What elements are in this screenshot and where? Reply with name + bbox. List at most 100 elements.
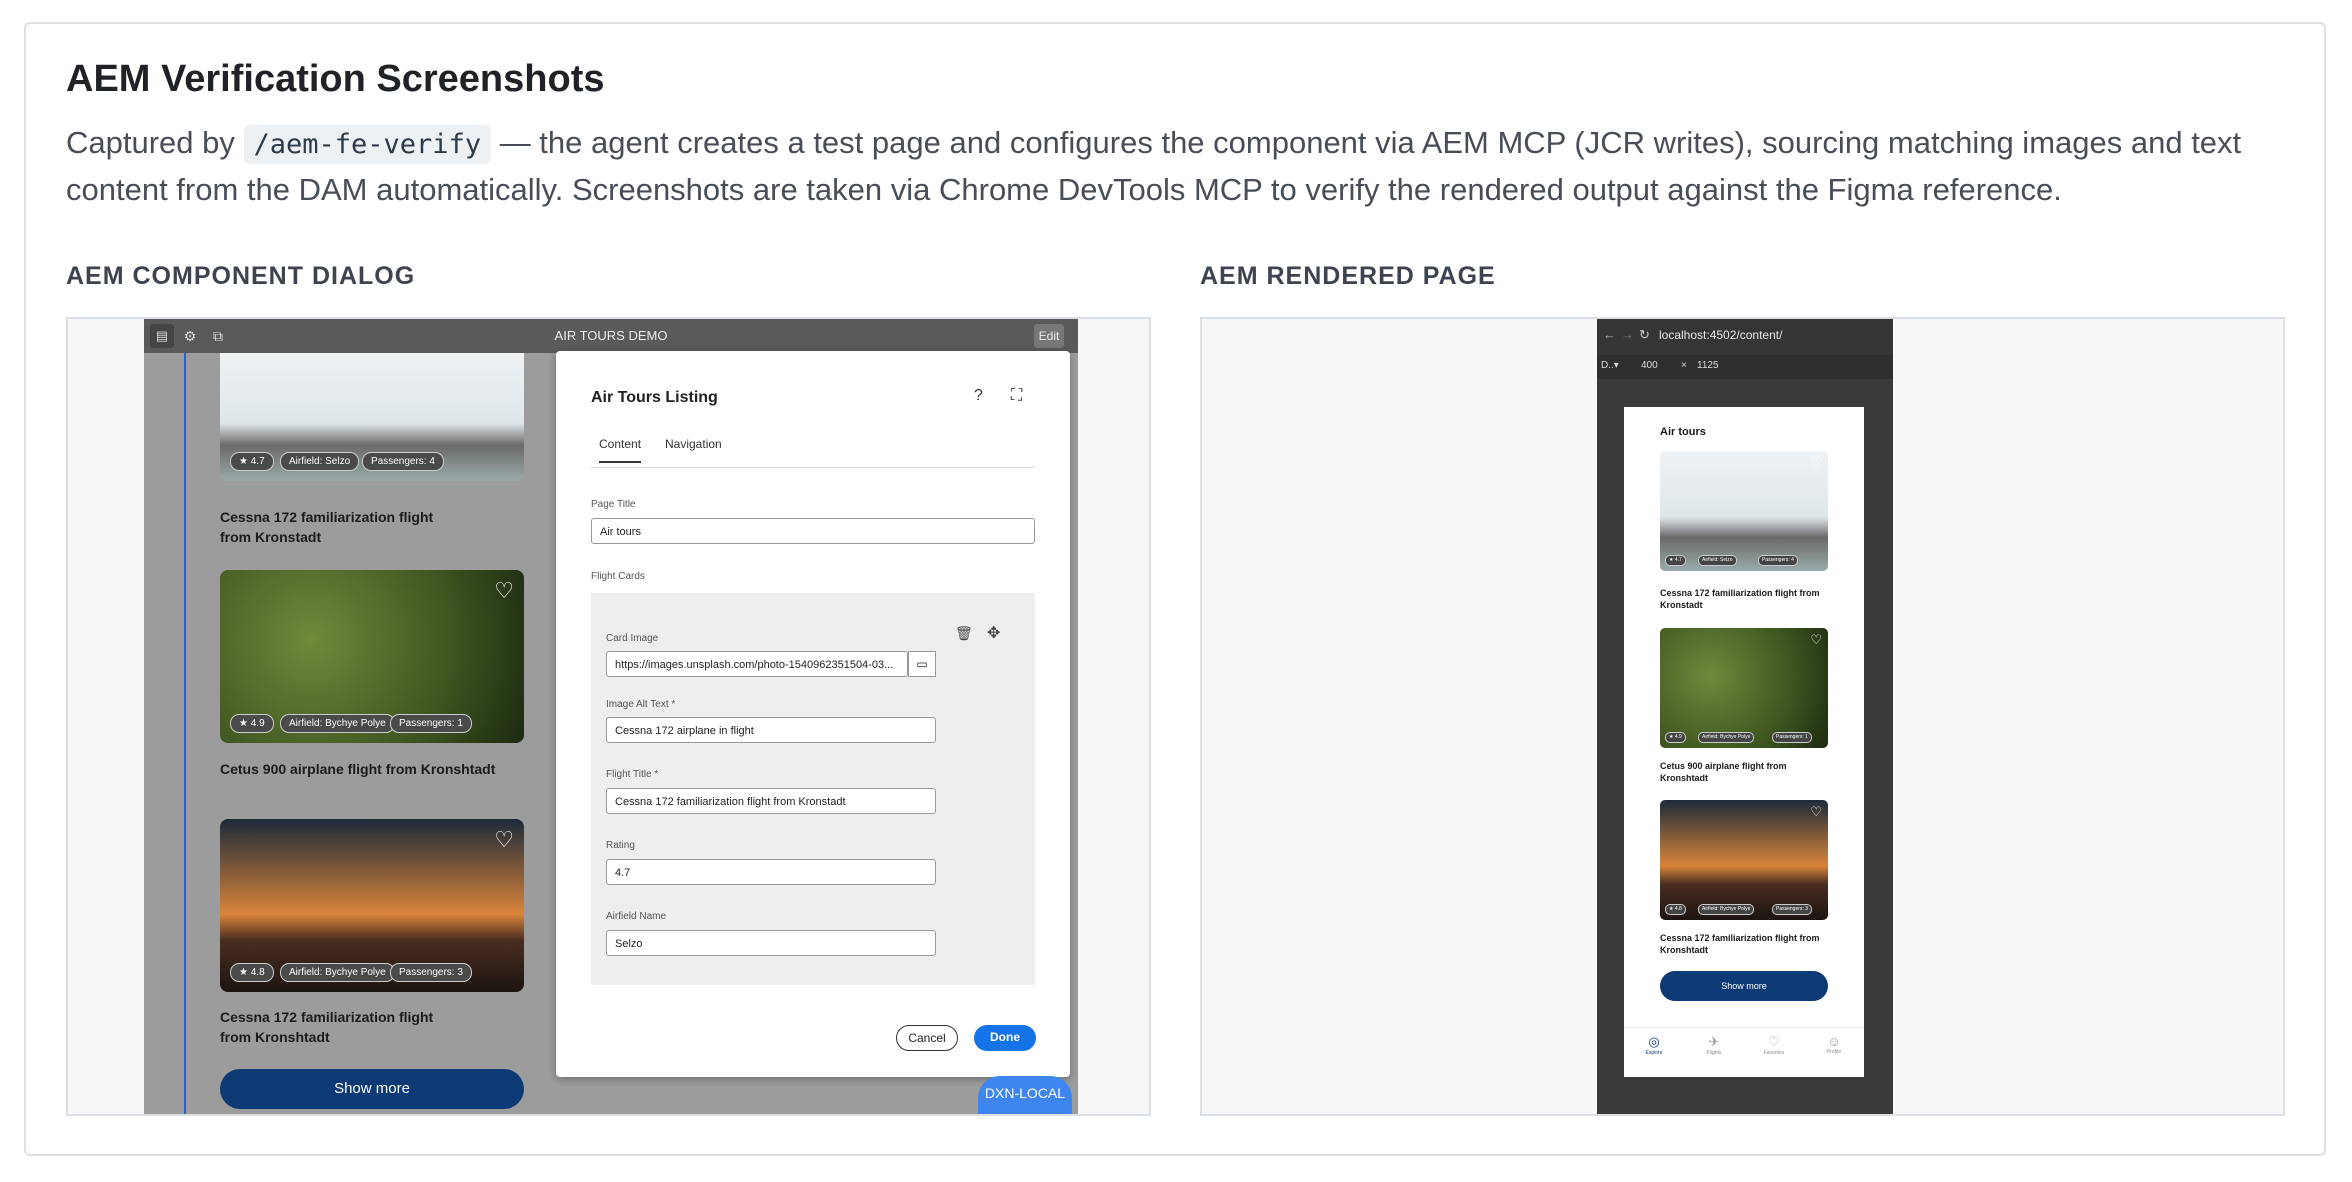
drag-handle-icon[interactable]: ✥ [987, 623, 1000, 643]
passengers-pill: Passengers: 3 [390, 963, 472, 982]
command-code: /aem-fe-verify [243, 125, 492, 164]
heart-icon[interactable]: ♡ [494, 827, 514, 853]
card-image-jet: ♡ ★ 4.7 Airfield: Selzo Passengers: 4 [1660, 451, 1828, 571]
show-more-button[interactable]: Show more [220, 1069, 524, 1109]
card-title: Cessna 172 familiarization flight from K… [220, 1009, 434, 1045]
rating-field[interactable]: 4.7 [606, 859, 936, 885]
airfield-pill: Airfield: Bychye Polye [1698, 904, 1755, 915]
heart-icon[interactable]: ♡ [1810, 632, 1822, 648]
card-image-sunset: ♡ ★ 4.8 Airfield: Bychye Polye Passenger… [220, 819, 524, 992]
passengers-pill: Passengers: 1 [1772, 732, 1812, 743]
rating-pill: ★ 4.8 [230, 963, 274, 982]
heart-icon[interactable]: ♡ [1810, 804, 1822, 820]
card-image-hills: ♡ ★ 4.9 Airfield: Bychye Polye Passenger… [220, 570, 524, 743]
card-image-sunset: ♡ ★ 4.8 Airfield: Bychye Polye Passenger… [1660, 800, 1828, 920]
delete-icon[interactable]: 🗑 [955, 625, 973, 642]
component-dialog: Air Tours Listing ? ⛶ Content Navigation… [556, 351, 1070, 1077]
alt-text-label: Image Alt Text * [606, 699, 676, 710]
url-text[interactable]: localhost:4502/content/ [1659, 328, 1782, 342]
reload-icon[interactable]: ↻ [1639, 327, 1650, 343]
app-title: AIR TOURS DEMO [554, 328, 668, 343]
fullscreen-icon[interactable]: ⛶ [1011, 387, 1022, 405]
browser-frame: ← → ↻ localhost:4502/content/ D..▾ 400 ×… [1597, 319, 1893, 1114]
section-description: Captured by /aem-fe-verify — the agent c… [66, 120, 2286, 212]
passengers-pill: Passengers: 4 [362, 452, 444, 471]
heart-icon[interactable]: ♡ [1810, 455, 1822, 471]
compass-icon: ◎ [1648, 1034, 1660, 1049]
page-title-label: Page Title [591, 499, 636, 510]
tab-content[interactable]: Content [599, 437, 642, 463]
nav-label: Flights [1706, 1050, 1722, 1056]
right-panel-label: AEM RENDERED PAGE [1200, 262, 1496, 290]
nav-favorites[interactable]: ♡ Favorites [1754, 1034, 1794, 1056]
heart-icon: ♡ [1768, 1034, 1780, 1049]
flight-cards-label: Flight Cards [591, 571, 645, 582]
page-title: Air tours [1660, 426, 1706, 438]
height-field[interactable]: 1125 [1697, 360, 1719, 371]
nav-label: Favorites [1763, 1050, 1785, 1056]
times-sign: × [1681, 360, 1687, 371]
airfield-pill: Airfield: Bychye Polye [1698, 732, 1755, 743]
page-title-field[interactable]: Air tours [591, 518, 1035, 544]
card-title: Cetus 900 airplane flight from Kronshtad… [220, 761, 496, 777]
nav-explore[interactable]: ◎ Explore [1634, 1034, 1674, 1056]
plane-icon: ✈ [1708, 1034, 1720, 1049]
airfield-pill: Airfield: Bychye Polye [280, 963, 395, 982]
rating-pill: ★ 4.7 [230, 452, 274, 471]
dialog-tabs: Content Navigation [591, 425, 1035, 468]
tab-navigation[interactable]: Navigation [665, 437, 722, 451]
airfield-pill: Airfield: Selzo [280, 452, 360, 471]
card-title: Cessna 172 familiarization flight from K… [1660, 933, 1820, 955]
edit-mode-button[interactable]: Edit [1034, 324, 1064, 348]
passengers-pill: Passengers: 1 [390, 714, 472, 733]
card-title: Cessna 172 familiarization flight from K… [220, 509, 434, 545]
heart-icon[interactable]: ♡ [494, 578, 514, 604]
mobile-viewport: Air tours ♡ ★ 4.7 Airfield: Selzo Passen… [1624, 407, 1864, 1077]
rating-pill: ★ 4.8 [1665, 904, 1686, 915]
nav-label: Profile [1826, 1049, 1842, 1055]
cancel-button[interactable]: Cancel [896, 1025, 958, 1051]
card-image-hills: ♡ ★ 4.9 Airfield: Bychye Polye Passenger… [1660, 628, 1828, 748]
aem-editor: ▤ ⚙ ⧉ AIR TOURS DEMO Edit ★ 4.7 Airfield… [144, 319, 1078, 1114]
card-image-field[interactable]: https://images.unsplash.com/photo-154096… [606, 651, 908, 677]
nav-profile[interactable]: ☺ Profile [1814, 1034, 1854, 1055]
card-title: Cessna 172 familiarization flight from K… [1660, 588, 1820, 610]
browser-url-bar: ← → ↻ localhost:4502/content/ [1597, 319, 1893, 355]
passengers-pill: Passengers: 3 [1772, 904, 1812, 915]
editor-toolbar: ▤ ⚙ ⧉ AIR TOURS DEMO Edit [144, 319, 1078, 353]
description-prefix: Captured by [66, 125, 244, 160]
help-icon[interactable]: ? [974, 387, 983, 405]
airfield-field[interactable]: Selzo [606, 930, 936, 956]
flight-title-label: Flight Title * [606, 769, 659, 780]
forward-icon[interactable]: → [1621, 327, 1634, 342]
card-image-label: Card Image [606, 633, 659, 644]
card-title: Cetus 900 airplane flight from Kronshtad… [1660, 761, 1787, 783]
nav-label: Explore [1645, 1050, 1663, 1056]
rendered-page-screenshot: ← → ↻ localhost:4502/content/ D..▾ 400 ×… [1200, 317, 2285, 1116]
rating-pill: ★ 4.9 [230, 714, 274, 733]
device-toolbar: D..▾ 400 × 1125 [1597, 355, 1893, 379]
device-select[interactable]: D..▾ [1601, 360, 1619, 371]
rating-label: Rating [606, 840, 635, 851]
done-button[interactable]: Done [974, 1025, 1036, 1051]
environment-badge: DXN-LOCAL [978, 1076, 1072, 1114]
section-heading: AEM Verification Screenshots [66, 58, 605, 100]
nav-flights[interactable]: ✈ Flights [1694, 1034, 1734, 1056]
flight-card-item: Card Image 🗑 ✥ https://images.unsplash.c… [591, 593, 1035, 985]
flight-title-field[interactable]: Cessna 172 familiarization flight from K… [606, 788, 936, 814]
width-field[interactable]: 400 [1641, 360, 1658, 371]
show-more-button[interactable]: Show more [1660, 971, 1828, 1001]
rating-pill: ★ 4.9 [1665, 732, 1686, 743]
back-icon[interactable]: ← [1603, 327, 1616, 342]
rating-pill: ★ 4.7 [1665, 555, 1686, 566]
bottom-nav: ◎ Explore ✈ Flights ♡ Favorites ☺ Profile [1624, 1027, 1864, 1077]
airfield-pill: Airfield: Bychye Polye [280, 714, 395, 733]
dialog-title: Air Tours Listing [591, 389, 718, 406]
airfield-label: Airfield Name [606, 911, 667, 922]
alt-text-field[interactable]: Cessna 172 airplane in flight [606, 717, 936, 743]
folder-icon[interactable]: ▭ [908, 651, 936, 677]
card-image-jet: ★ 4.7 Airfield: Selzo Passengers: 4 [220, 353, 524, 481]
component-dialog-screenshot: ▤ ⚙ ⧉ AIR TOURS DEMO Edit ★ 4.7 Airfield… [66, 317, 1151, 1116]
selection-line [184, 353, 186, 1114]
left-panel-label: AEM COMPONENT DIALOG [66, 262, 416, 290]
